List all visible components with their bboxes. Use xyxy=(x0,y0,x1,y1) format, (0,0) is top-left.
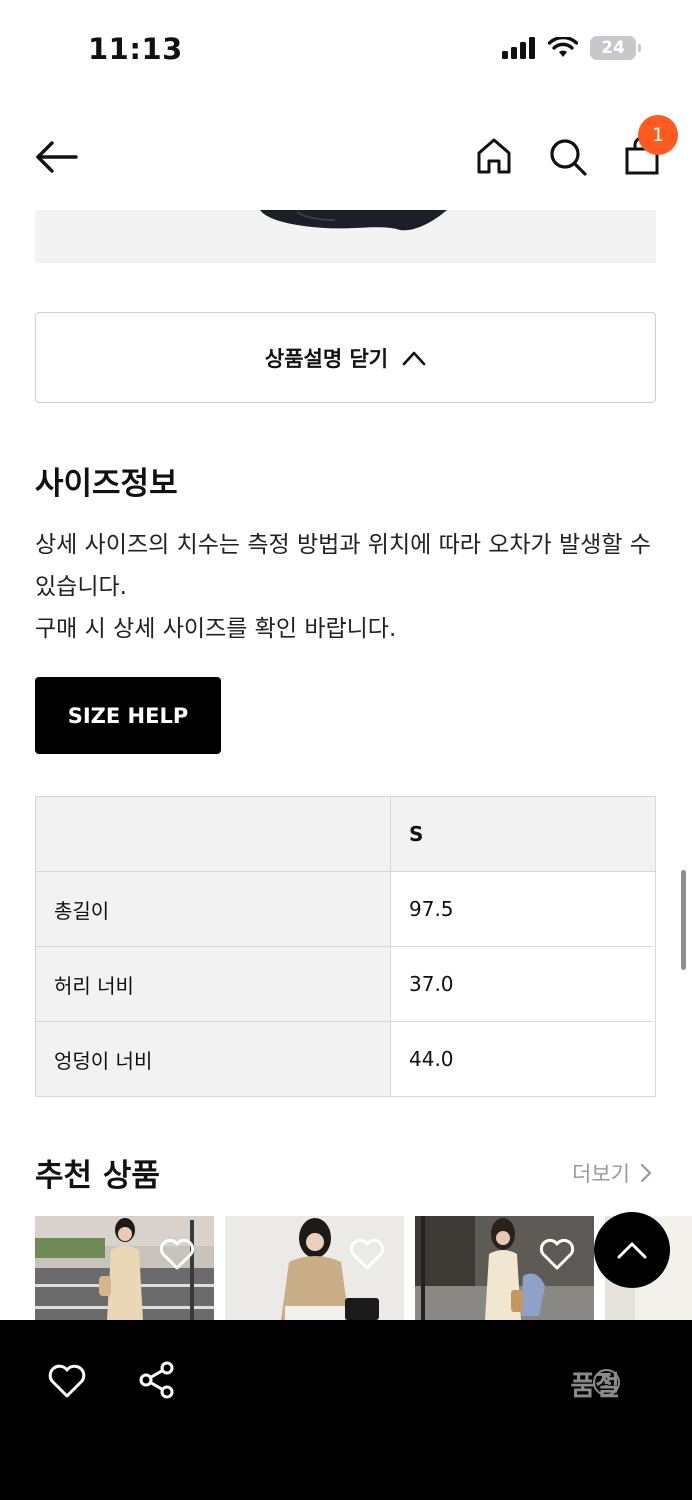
size-table-value-cell: 97.5 xyxy=(390,871,656,947)
recommended-product-card[interactable] xyxy=(415,1216,594,1320)
heart-outline-icon[interactable] xyxy=(538,1236,576,1272)
heart-outline-icon[interactable] xyxy=(158,1236,196,1272)
size-help-button[interactable]: SIZE HELP xyxy=(35,677,221,754)
recommended-title: 추천 상품 xyxy=(35,1158,160,1194)
size-table-value-cell: 44.0 xyxy=(390,1021,656,1097)
recommended-product-card[interactable] xyxy=(225,1216,404,1320)
collapse-description-label: 상품설명 닫기 xyxy=(264,346,389,371)
size-table-value-cell: 37.0 xyxy=(390,946,656,1022)
battery-indicator: 24 xyxy=(590,36,641,60)
battery-level: 24 xyxy=(601,38,625,58)
size-table-row: 총길이 97.5 xyxy=(35,871,656,947)
recommended-product-card[interactable] xyxy=(35,1216,214,1320)
size-table-header-cell: S xyxy=(390,796,656,872)
size-table-label-cell: 허리 너비 xyxy=(35,946,391,1022)
size-info-description-line: 상세 사이즈의 치수는 측정 방법과 위치에 따라 오차가 발생할 수 있습니다… xyxy=(35,532,651,600)
chevron-up-icon xyxy=(617,1242,647,1259)
size-table-row: 엉덩이 너비 44.0 xyxy=(35,1021,656,1097)
back-arrow-icon[interactable] xyxy=(32,135,80,179)
scrollbar[interactable] xyxy=(681,870,686,970)
top-nav-bar xyxy=(0,115,692,200)
size-table-header-row: S xyxy=(35,796,656,872)
search-icon[interactable] xyxy=(546,135,590,179)
size-table-label-cell: 엉덩이 너비 xyxy=(35,1021,391,1097)
status-bar: 11:13 24 xyxy=(0,0,692,100)
cart-count-badge: 1 xyxy=(638,115,678,155)
size-table-row: 허리 너비 37.0 xyxy=(35,946,656,1022)
product-image xyxy=(35,210,656,263)
home-icon[interactable] xyxy=(472,133,516,179)
status-icons: 24 xyxy=(502,36,641,60)
scroll-to-top-button[interactable] xyxy=(594,1212,670,1288)
bottom-action-bar: 품절 ? xyxy=(0,1320,692,1500)
recommended-more-link[interactable]: 더보기 xyxy=(572,1158,652,1188)
size-table-header-cell xyxy=(35,796,391,872)
heart-outline-icon[interactable] xyxy=(348,1236,386,1272)
size-info-description: 상세 사이즈의 치수는 측정 방법과 위치에 따라 오차가 발생할 수 있습니다… xyxy=(35,524,665,650)
size-table: S 총길이 97.5 허리 너비 37.0 엉덩이 너비 44.0 xyxy=(35,796,656,1097)
status-time: 11:13 xyxy=(88,32,183,66)
recommended-product-list xyxy=(35,1216,692,1320)
collapse-description-button[interactable]: 상품설명 닫기 xyxy=(35,312,656,403)
heart-outline-icon[interactable] xyxy=(47,1362,87,1400)
wifi-icon xyxy=(548,37,578,57)
recommended-more-label: 더보기 xyxy=(572,1162,630,1186)
size-info-title: 사이즈정보 xyxy=(35,466,178,502)
chevron-up-icon xyxy=(402,351,426,365)
product-photo-bottom xyxy=(260,210,447,231)
size-table-label-cell: 총길이 xyxy=(35,871,391,947)
size-info-description-line: 구매 시 상세 사이즈를 확인 바랍니다. xyxy=(35,616,397,642)
chevron-right-icon xyxy=(640,1163,652,1183)
share-icon[interactable] xyxy=(137,1360,177,1400)
cellular-signal-icon xyxy=(502,37,535,59)
help-circle-icon[interactable]: ? xyxy=(593,1369,620,1396)
